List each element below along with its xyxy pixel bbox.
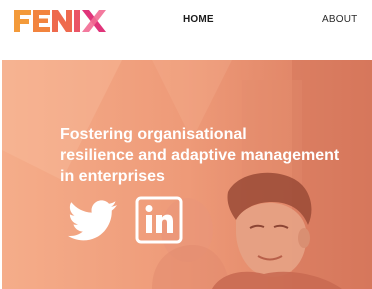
hero-headline-line-2: resilience and adaptive management — [60, 147, 340, 164]
hero-banner: Fostering organisational resilience and … — [2, 60, 372, 289]
nav-about-link[interactable]: ABOUT — [322, 14, 357, 25]
hero-headline-line-3: in enterprises — [60, 168, 165, 185]
linkedin-icon — [135, 196, 183, 244]
linkedin-link[interactable] — [135, 196, 183, 244]
page: HOME ABOUT Fostering organisational resi… — [0, 0, 372, 289]
nav-home-link[interactable]: HOME — [183, 14, 214, 25]
hero-headline: Fostering organisational resilience and … — [60, 124, 360, 187]
fenix-logo[interactable] — [14, 8, 114, 34]
twitter-icon — [67, 200, 117, 241]
site-header: HOME ABOUT — [0, 0, 372, 46]
twitter-link[interactable] — [67, 200, 118, 242]
hero-headline-line-1: Fostering organisational — [60, 126, 247, 143]
